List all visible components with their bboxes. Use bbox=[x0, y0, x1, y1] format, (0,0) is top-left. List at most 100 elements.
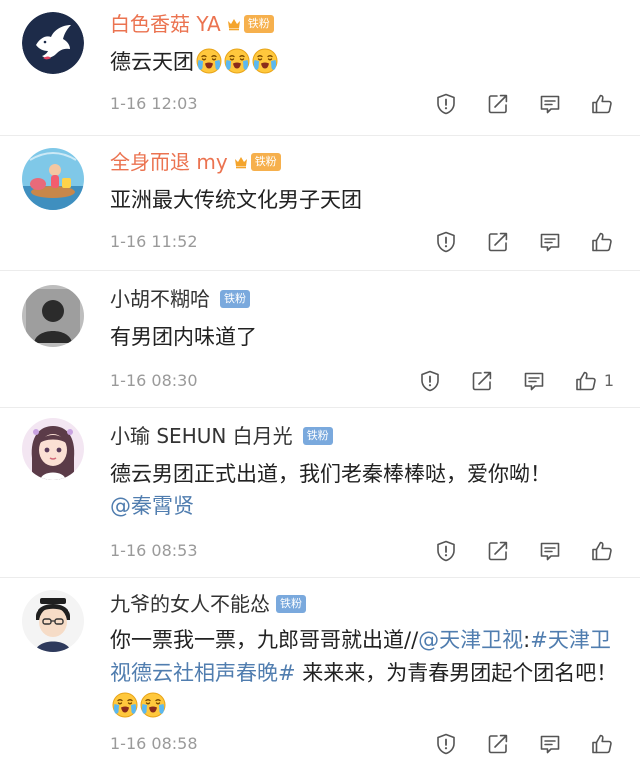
comment-item: 小瑜 SEHUN 白月光 铁粉 德云男团正式出道，我们老秦棒棒哒，爱你呦！ @秦… bbox=[0, 408, 640, 578]
username[interactable]: 白色香菇 YA bbox=[110, 10, 221, 38]
meta-line: 1-16 12:03 bbox=[110, 90, 622, 118]
report-icon bbox=[434, 539, 458, 563]
meta-line: 1-16 08:53 bbox=[110, 537, 622, 565]
comment-icon bbox=[538, 539, 562, 563]
comment-body: 有男团内味道了 bbox=[110, 325, 257, 349]
repost-icon bbox=[470, 369, 494, 393]
avatar[interactable] bbox=[22, 418, 84, 480]
timestamp: 1-16 08:53 bbox=[110, 541, 198, 560]
repost-button[interactable] bbox=[486, 539, 510, 563]
user-line: 小瑜 SEHUN 白月光 铁粉 bbox=[110, 422, 333, 450]
meta-line: 1-16 11:52 bbox=[110, 228, 622, 256]
comment-icon bbox=[522, 369, 546, 393]
comment-body: 你一票我一票，九郎哥哥就出道// bbox=[110, 628, 419, 652]
user-line: 九爷的女人不能怂 铁粉 bbox=[110, 590, 306, 618]
like-button[interactable]: 1 bbox=[574, 369, 614, 393]
crying-emoji-icon bbox=[252, 48, 278, 74]
crying-emoji-icon bbox=[224, 48, 250, 74]
like-icon bbox=[590, 732, 614, 756]
fan-badge: 铁粉 bbox=[250, 153, 281, 171]
report-button[interactable] bbox=[434, 230, 458, 254]
repost-icon bbox=[486, 92, 510, 116]
crown-icon bbox=[234, 155, 248, 169]
repost-icon bbox=[486, 230, 510, 254]
like-icon bbox=[590, 230, 614, 254]
comment-actions: 1 bbox=[390, 367, 614, 395]
crown-icon bbox=[227, 17, 241, 31]
repost-button[interactable] bbox=[486, 230, 510, 254]
comment-item: 九爷的女人不能怂 铁粉 你一票我一票，九郎哥哥就出道//@天津卫视:#天津卫视德… bbox=[0, 578, 640, 767]
fan-badge: 铁粉 bbox=[276, 595, 306, 613]
meta-line: 1-16 08:58 bbox=[110, 730, 622, 758]
comment-text: 德云男团正式出道，我们老秦棒棒哒，爱你呦！ @秦霄贤 bbox=[110, 458, 622, 522]
meta-line: 1-16 08:30 1 bbox=[110, 367, 622, 395]
like-icon bbox=[590, 539, 614, 563]
user-line: 全身而退 my 铁粉 bbox=[110, 148, 281, 176]
comment-item: 白色香菇 YA 铁粉 德云天团 1-16 12:03 bbox=[0, 0, 640, 136]
username[interactable]: 全身而退 my bbox=[110, 148, 228, 176]
repost-button[interactable] bbox=[486, 732, 510, 756]
comment-text: 亚洲最大传统文化男子天团 bbox=[110, 184, 622, 216]
comment-icon bbox=[538, 92, 562, 116]
fan-badge: 铁粉 bbox=[302, 427, 333, 445]
reply-button[interactable] bbox=[538, 732, 562, 756]
comment-icon bbox=[538, 230, 562, 254]
mention-link[interactable]: @天津卫视 bbox=[418, 628, 523, 652]
report-button[interactable] bbox=[434, 92, 458, 116]
report-icon bbox=[418, 369, 442, 393]
crying-emoji-icon bbox=[140, 692, 166, 718]
avatar[interactable] bbox=[22, 12, 84, 74]
repost-icon bbox=[486, 732, 510, 756]
like-button[interactable] bbox=[590, 732, 614, 756]
timestamp: 1-16 08:30 bbox=[110, 371, 198, 390]
like-button[interactable] bbox=[590, 230, 614, 254]
fan-badge: 铁粉 bbox=[220, 290, 250, 308]
reply-button[interactable] bbox=[522, 369, 546, 393]
report-button[interactable] bbox=[434, 732, 458, 756]
crying-emoji-icon bbox=[196, 48, 222, 74]
comment-item: 小胡不糊哈 铁粉 有男团内味道了 1-16 08:30 1 bbox=[0, 271, 640, 408]
reply-button[interactable] bbox=[538, 539, 562, 563]
comment-list: 白色香菇 YA 铁粉 德云天团 1-16 12:03 全身而退 my 铁粉 亚洲… bbox=[0, 0, 640, 767]
timestamp: 1-16 12:03 bbox=[110, 94, 198, 113]
comment-text: 有男团内味道了 bbox=[110, 321, 622, 353]
reply-button[interactable] bbox=[538, 230, 562, 254]
reply-button[interactable] bbox=[538, 92, 562, 116]
comment-text: 德云天团 bbox=[110, 46, 622, 78]
comment-body: 德云男团正式出道，我们老秦棒棒哒，爱你呦！ bbox=[110, 462, 551, 486]
comment-text: 你一票我一票，九郎哥哥就出道//@天津卫视:#天津卫视德云社相声春晚# 来来来，… bbox=[110, 624, 622, 723]
comment-body: 德云天团 bbox=[110, 50, 194, 74]
username[interactable]: 九爷的女人不能怂 bbox=[110, 590, 270, 618]
username[interactable]: 小瑜 SEHUN 白月光 bbox=[110, 422, 293, 450]
timestamp: 1-16 08:58 bbox=[110, 734, 198, 753]
timestamp: 1-16 11:52 bbox=[110, 232, 198, 251]
crying-emoji-icon bbox=[112, 692, 138, 718]
user-line: 白色香菇 YA 铁粉 bbox=[110, 10, 274, 38]
fan-badge: 铁粉 bbox=[243, 15, 274, 33]
repost-icon bbox=[486, 539, 510, 563]
mention-link[interactable]: @秦霄贤 bbox=[110, 494, 194, 518]
username[interactable]: 小胡不糊哈 bbox=[110, 285, 210, 313]
comment-body: 亚洲最大传统文化男子天团 bbox=[110, 188, 362, 212]
repost-button[interactable] bbox=[486, 92, 510, 116]
report-button[interactable] bbox=[434, 539, 458, 563]
comment-item: 全身而退 my 铁粉 亚洲最大传统文化男子天团 1-16 11:52 bbox=[0, 136, 640, 271]
comment-actions bbox=[406, 537, 614, 565]
like-count: 1 bbox=[603, 371, 614, 390]
comment-actions bbox=[406, 90, 614, 118]
like-button[interactable] bbox=[590, 539, 614, 563]
avatar[interactable] bbox=[22, 590, 84, 652]
report-icon bbox=[434, 230, 458, 254]
like-icon bbox=[590, 92, 614, 116]
comment-icon bbox=[538, 732, 562, 756]
repost-button[interactable] bbox=[470, 369, 494, 393]
comment-body-tail: 来来来，为青春男团起个团名吧！ bbox=[295, 661, 618, 685]
avatar[interactable] bbox=[22, 285, 84, 347]
report-button[interactable] bbox=[418, 369, 442, 393]
avatar[interactable] bbox=[22, 148, 84, 210]
like-button[interactable] bbox=[590, 92, 614, 116]
report-icon bbox=[434, 732, 458, 756]
user-line: 小胡不糊哈 铁粉 bbox=[110, 285, 250, 313]
like-icon bbox=[574, 369, 598, 393]
comment-actions bbox=[406, 228, 614, 256]
